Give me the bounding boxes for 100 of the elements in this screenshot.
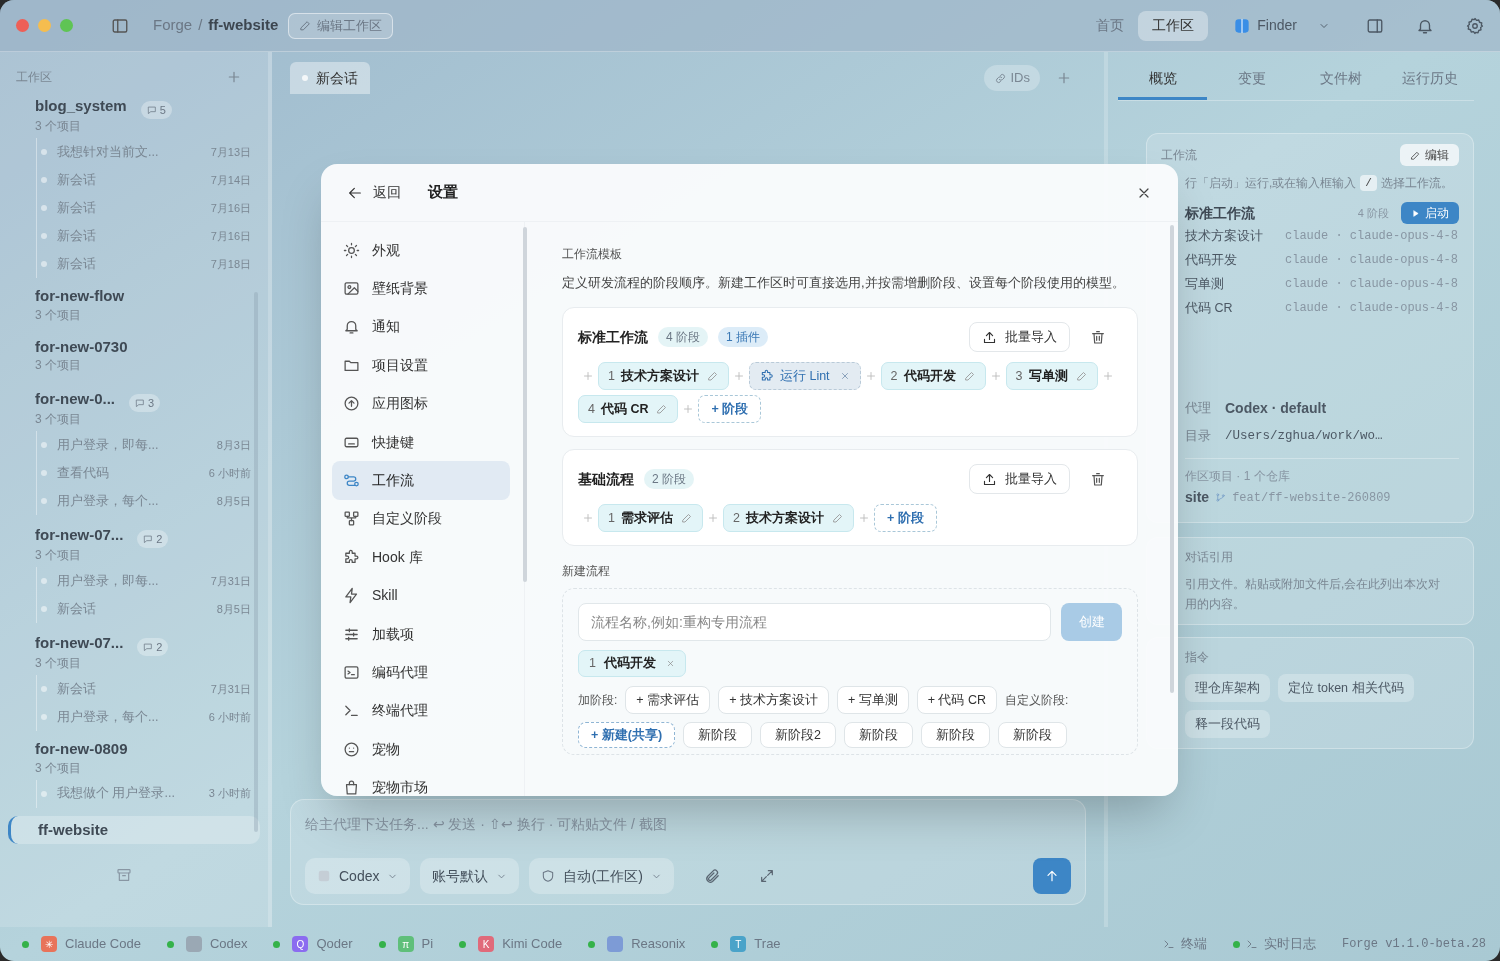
edit-button[interactable]: 编辑 — [1400, 144, 1459, 166]
workspace-item[interactable]: for-new-07... 2 3 个项目 — [8, 627, 260, 673]
settings-nav-item[interactable]: 壁纸背景 — [332, 269, 510, 308]
settings-nav-item[interactable]: 外观 — [332, 231, 510, 270]
settings-nav-item[interactable]: 工作流 — [332, 461, 510, 500]
breadcrumb-project[interactable]: ff-website — [208, 14, 279, 37]
panel-tab[interactable]: 变更 — [1207, 60, 1296, 100]
stage-chip[interactable]: 1 需求评估 — [598, 504, 703, 532]
agent-name[interactable]: Qoder — [316, 934, 353, 954]
workspace-item[interactable]: for-new-0730 3 个项目 — [8, 332, 260, 375]
agent-name[interactable]: Claude Code — [65, 934, 141, 954]
stage-chip[interactable]: 3 写单测 — [1005, 362, 1098, 390]
add-icon[interactable] — [857, 512, 870, 524]
window-minimize-control[interactable] — [38, 19, 51, 32]
expand-icon[interactable] — [758, 868, 775, 884]
scrollbar[interactable] — [1170, 225, 1174, 693]
settings-nav-item[interactable]: 编码代理 — [332, 653, 510, 692]
settings-nav-item[interactable]: Hook 库 — [332, 538, 510, 577]
pencil-icon[interactable] — [831, 512, 844, 524]
archive-icon[interactable] — [116, 867, 132, 883]
stage-chip[interactable]: 2 代码开发 — [880, 362, 986, 390]
import-button[interactable]: 批量导入 — [969, 322, 1070, 352]
nav-tab[interactable]: 工作区 — [1138, 10, 1209, 41]
pencil-icon[interactable] — [1075, 370, 1088, 382]
remove-icon[interactable] — [665, 659, 675, 668]
agent-name[interactable]: Codex — [209, 934, 248, 954]
settings-nav-item[interactable]: 项目设置 — [332, 346, 510, 385]
pencil-icon[interactable] — [706, 370, 719, 382]
account-dropdown[interactable]: 账号默认 — [420, 858, 520, 894]
session-tab[interactable]: 新会话 — [290, 62, 370, 94]
workspace-item[interactable]: blog_system 5 3 个项目 — [8, 90, 260, 136]
sidebar-toggle-icon[interactable] — [111, 16, 129, 35]
pencil-icon[interactable] — [680, 512, 693, 524]
settings-nav-item[interactable]: 宠物市场 — [332, 768, 510, 796]
pencil-icon[interactable] — [656, 403, 669, 415]
command-chip[interactable]: 定位 token 相关代码 — [1278, 674, 1414, 702]
settings-nav-item[interactable]: 快捷键 — [332, 422, 510, 462]
custom-stage-option[interactable]: 新阶段 — [683, 722, 753, 748]
workspace-item[interactable]: for-new-0809 3 个项目 — [8, 735, 260, 778]
window-zoom-control[interactable] — [60, 19, 73, 32]
add-stage-option[interactable]: + 代码 CR — [916, 686, 997, 714]
add-stage-button[interactable]: + 阶段 — [873, 504, 937, 532]
mode-dropdown[interactable]: 自动(工作区) — [529, 858, 674, 894]
stage-chip[interactable]: 1 技术方案设计 — [598, 362, 729, 390]
stage-chip[interactable]: 2 技术方案设计 — [722, 504, 854, 532]
workspace-item[interactable]: for-new-07... 2 3 个项目 — [8, 519, 260, 565]
add-icon[interactable] — [732, 370, 745, 382]
settings-nav-item[interactable]: 应用图标 — [332, 384, 510, 423]
add-icon[interactable] — [864, 370, 877, 382]
panel-tab[interactable]: 概览 — [1118, 60, 1207, 100]
paperclip-icon[interactable] — [703, 867, 721, 885]
add-icon[interactable] — [682, 403, 695, 415]
workspace-item[interactable]: ff-website — [8, 815, 260, 844]
add-stage-button[interactable]: + 阶段 — [698, 395, 762, 423]
workspace-item[interactable]: for-new-flow 3 个项目 — [8, 282, 260, 325]
plugin-chip[interactable]: 运行 Lint — [748, 362, 861, 390]
agent-name[interactable]: Trae — [754, 934, 781, 954]
settings-icon[interactable] — [1466, 16, 1484, 35]
settings-nav-item[interactable]: 宠物 — [332, 730, 510, 769]
agent-dropdown[interactable]: Codex — [305, 858, 411, 894]
add-stage-option[interactable]: + 需求评估 — [625, 686, 711, 714]
settings-nav-item[interactable]: 通知 — [332, 307, 510, 347]
new-shared-stage-button[interactable]: + 新建(共享) — [578, 722, 676, 748]
custom-stage-option[interactable]: 新阶段 — [921, 722, 991, 748]
add-stage-option[interactable]: + 技术方案设计 — [718, 686, 829, 714]
agent-name[interactable]: Kimi Code — [502, 934, 563, 954]
panel-tab[interactable]: 文件树 — [1296, 60, 1385, 100]
add-icon[interactable] — [226, 69, 242, 85]
scrollbar[interactable] — [523, 227, 527, 582]
add-stage-option[interactable]: + 写单测 — [836, 686, 909, 714]
import-button[interactable]: 批量导入 — [969, 464, 1070, 494]
add-icon[interactable] — [1056, 70, 1072, 86]
agent-name[interactable]: Pi — [421, 934, 434, 954]
back-button[interactable]: 返回 — [347, 182, 401, 203]
add-icon[interactable] — [989, 370, 1002, 382]
settings-nav-item[interactable]: Skill — [332, 576, 510, 615]
delete-icon[interactable] — [1090, 471, 1106, 487]
add-icon[interactable] — [1101, 370, 1114, 382]
settings-nav-item[interactable]: 终端代理 — [332, 691, 510, 731]
window-close-control[interactable] — [16, 19, 29, 32]
send-button[interactable] — [1033, 858, 1071, 894]
pencil-icon[interactable] — [963, 370, 976, 382]
stage-chip[interactable]: 4 代码 CR — [578, 395, 679, 423]
add-icon[interactable] — [582, 370, 594, 382]
custom-stage-option[interactable]: 新阶段 — [998, 722, 1068, 748]
workspace-item[interactable]: for-new-0... 3 3 个项目 — [8, 383, 260, 429]
remove-icon[interactable] — [839, 371, 850, 381]
finder-dropdown[interactable]: Finder — [1226, 10, 1338, 41]
settings-nav-item[interactable]: 加载项 — [332, 614, 510, 654]
flow-name-input[interactable]: 流程名称,例如:重构专用流程 — [578, 603, 1051, 641]
add-icon[interactable] — [582, 512, 594, 524]
custom-stage-option[interactable]: 新阶段2 — [760, 722, 837, 748]
start-button[interactable]: 启动 — [1401, 202, 1459, 224]
custom-stage-option[interactable]: 新阶段 — [844, 722, 914, 748]
command-chip[interactable]: 释一段代码 — [1185, 710, 1270, 738]
delete-icon[interactable] — [1090, 329, 1106, 345]
panel-icon[interactable] — [1366, 16, 1384, 35]
settings-nav-item[interactable]: 自定义阶段 — [332, 499, 510, 539]
panel-tab[interactable]: 运行历史 — [1385, 60, 1474, 100]
add-icon[interactable] — [706, 512, 719, 524]
